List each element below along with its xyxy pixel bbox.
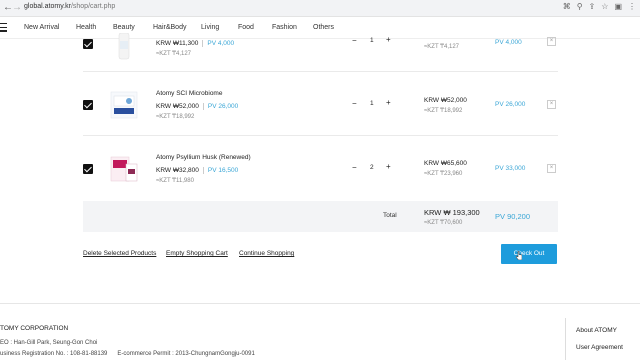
decrease-qty-button[interactable]: −: [352, 99, 357, 108]
unit-price-kzt: ≈KZT ₸11,980: [156, 178, 194, 184]
unit-price: KRW ₩52,000 PV 26,000: [156, 103, 239, 110]
unit-price: KRW ₩11,300 PV 4,000: [156, 40, 235, 47]
product-name[interactable]: Atomy SCI Microbiome: [156, 90, 222, 97]
product-thumbnail[interactable]: [109, 33, 139, 63]
line-total: KRW ₩52,000: [424, 97, 467, 104]
product-thumbnail[interactable]: [109, 90, 139, 120]
total-krw: KRW ₩ 193,300: [424, 208, 480, 217]
nav-others[interactable]: Others: [313, 24, 334, 31]
total-kzt: ≈KZT ₸70,600: [424, 220, 463, 226]
product-name[interactable]: Atomy Psyllium Husk (Renewed): [156, 154, 251, 161]
decrease-qty-button[interactable]: −: [352, 163, 357, 172]
nav-food[interactable]: Food: [238, 24, 254, 31]
nav-health[interactable]: Health: [76, 24, 96, 31]
qty-value[interactable]: 1: [370, 100, 374, 107]
unit-price: KRW ₩32,800 PV 16,500: [156, 167, 239, 174]
empty-cart-button[interactable]: Empty Shopping Cart: [166, 250, 228, 257]
browser-icons: ⌘ ⚲ ⇪ ☆ ▣ ⋮: [563, 2, 636, 11]
quantity-stepper[interactable]: − 2 +: [350, 162, 396, 176]
nav-beauty[interactable]: Beauty: [113, 24, 135, 31]
continue-shopping-button[interactable]: Continue Shopping: [239, 250, 294, 257]
site-navigation: New Arrival Health Beauty Hair&Body Livi…: [0, 17, 640, 39]
url-host: global.atomy.kr: [24, 3, 71, 10]
nav-fashion[interactable]: Fashion: [272, 24, 297, 31]
increase-qty-button[interactable]: +: [386, 162, 391, 171]
unit-price-kzt: ≈KZT ₸4,127: [156, 51, 192, 57]
item-checkbox[interactable]: [83, 39, 93, 49]
line-pv: PV 26,000: [495, 101, 526, 108]
nav-new-arrival[interactable]: New Arrival: [24, 24, 59, 31]
line-total-kzt: ≈KZT ₸23,960: [424, 171, 463, 177]
ceo-info: EO : Han-Gill Park, Seung-Gon Choi: [0, 340, 98, 346]
address-bar[interactable]: global.atomy.kr/shop/cart.php: [24, 3, 115, 10]
url-path: /shop/cart.php: [70, 3, 116, 10]
cart-row: Atomy Psyllium Husk (Renewed) KRW ₩32,80…: [83, 136, 558, 201]
unit-price-kzt: ≈KZT ₸18,992: [156, 114, 195, 120]
cart-row: KRW ₩11,300 PV 4,000 ≈KZT ₸4,127 − 1 + ≈K…: [83, 33, 558, 72]
menu-icon[interactable]: ⋮: [628, 2, 636, 11]
line-total: KRW ₩65,600: [424, 160, 467, 167]
cart-total-summary: Total KRW ₩ 193,300 ≈KZT ₸70,600 PV 90,2…: [83, 201, 558, 232]
share-icon[interactable]: ⇪: [589, 2, 596, 11]
increase-qty-button[interactable]: +: [386, 98, 391, 107]
footer-divider: [565, 318, 566, 360]
remove-item-button[interactable]: ×: [547, 100, 556, 109]
total-pv: PV 90,200: [495, 212, 531, 221]
decrease-qty-button[interactable]: −: [352, 36, 357, 45]
company-name: TOMY CORPORATION: [0, 325, 69, 332]
qty-value[interactable]: 1: [370, 37, 374, 44]
registration-info: usiness Registration No. : 108-81-88139 E…: [0, 351, 255, 357]
footer-link-about[interactable]: About ATOMY: [576, 327, 617, 334]
delete-selected-button[interactable]: Delete Selected Products: [83, 250, 156, 257]
zoom-icon[interactable]: ⚲: [577, 2, 583, 11]
site-footer: TOMY CORPORATION EO : Han-Gill Park, Seu…: [0, 303, 640, 360]
product-thumbnail[interactable]: [109, 154, 139, 184]
hamburger-menu-icon[interactable]: [0, 23, 7, 32]
total-label: Total: [383, 212, 397, 219]
item-checkbox[interactable]: [83, 164, 93, 174]
bookmark-star-icon[interactable]: ☆: [601, 2, 608, 11]
line-pv: PV 4,000: [495, 39, 522, 46]
quantity-stepper[interactable]: − 1 +: [350, 35, 396, 49]
nav-hair-body[interactable]: Hair&Body: [153, 24, 186, 31]
line-pv: PV 33,000: [495, 165, 526, 172]
forward-arrow-icon[interactable]: →: [12, 2, 22, 13]
increase-qty-button[interactable]: +: [386, 35, 391, 44]
hand-cursor-icon: [516, 251, 522, 260]
nav-living[interactable]: Living: [201, 24, 219, 31]
remove-item-button[interactable]: ×: [547, 37, 556, 46]
translate-icon[interactable]: ⌘: [563, 2, 571, 11]
checkout-button[interactable]: Check Out: [501, 244, 557, 264]
remove-item-button[interactable]: ×: [547, 164, 556, 173]
line-total-kzt: ≈KZT ₸18,992: [424, 108, 463, 114]
line-total-kzt: ≈KZT ₸4,127: [424, 44, 460, 50]
cart-row: Atomy SCI Microbiome KRW ₩52,000 PV 26,00…: [83, 72, 558, 136]
qty-value[interactable]: 2: [370, 164, 374, 171]
browser-toolbar: ← → global.atomy.kr/shop/cart.php ⌘ ⚲ ⇪ …: [0, 0, 640, 17]
quantity-stepper[interactable]: − 1 +: [350, 98, 396, 112]
footer-link-user-agreement[interactable]: User Agreement: [576, 344, 623, 351]
item-checkbox[interactable]: [83, 100, 93, 110]
extensions-icon[interactable]: ▣: [614, 2, 622, 11]
